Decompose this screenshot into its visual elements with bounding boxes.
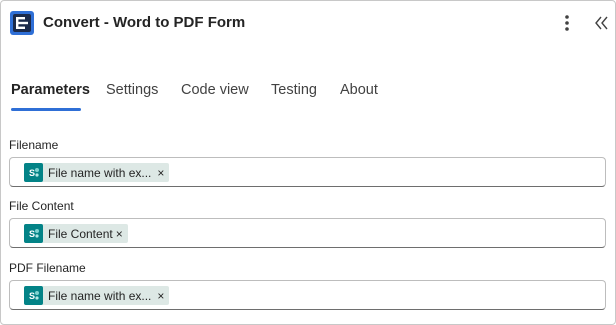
active-tab-indicator	[11, 108, 81, 111]
token-label: File Content	[48, 226, 113, 241]
tab-code-view[interactable]: Code view	[181, 82, 249, 98]
sharepoint-icon: S	[24, 286, 43, 305]
action-panel: Convert - Word to PDF Form Parameters Se…	[0, 0, 616, 325]
page-title: Convert - Word to PDF Form	[43, 14, 246, 31]
tab-bar: Parameters Settings Code view Testing Ab…	[1, 79, 615, 113]
pdf-filename-field[interactable]: S File name with ex... ×	[9, 280, 606, 310]
tab-about[interactable]: About	[340, 82, 378, 98]
remove-token-button[interactable]: ×	[157, 166, 164, 180]
svg-text:S: S	[29, 291, 35, 301]
svg-text:S: S	[29, 168, 35, 178]
more-options-button[interactable]	[557, 11, 577, 35]
filename-field[interactable]: S File name with ex... ×	[9, 157, 606, 187]
more-vertical-icon	[565, 15, 569, 31]
tab-parameters[interactable]: Parameters	[11, 82, 90, 98]
panel-header: Convert - Word to PDF Form	[1, 1, 615, 45]
file-content-label: File Content	[9, 199, 74, 213]
tab-testing[interactable]: Testing	[271, 82, 317, 98]
file-content-field[interactable]: S File Content ×	[9, 218, 606, 248]
sharepoint-icon: S	[24, 224, 43, 243]
filename-label: Filename	[9, 138, 59, 152]
double-chevron-left-icon	[595, 16, 608, 30]
token-label: File name with ex...	[48, 165, 152, 180]
svg-text:S: S	[29, 229, 35, 239]
token-label: File name with ex...	[48, 288, 152, 303]
dynamic-content-token[interactable]: S File name with ex... ×	[24, 163, 170, 182]
dynamic-content-token[interactable]: S File Content ×	[24, 224, 128, 243]
remove-token-button[interactable]: ×	[116, 227, 123, 241]
app-logo-icon	[10, 11, 34, 35]
tab-settings[interactable]: Settings	[106, 82, 158, 98]
remove-token-button[interactable]: ×	[157, 289, 164, 303]
pdf-filename-label: PDF Filename	[9, 261, 86, 275]
dynamic-content-token[interactable]: S File name with ex... ×	[24, 286, 170, 305]
sharepoint-icon: S	[24, 163, 43, 182]
collapse-panel-button[interactable]	[591, 12, 611, 34]
